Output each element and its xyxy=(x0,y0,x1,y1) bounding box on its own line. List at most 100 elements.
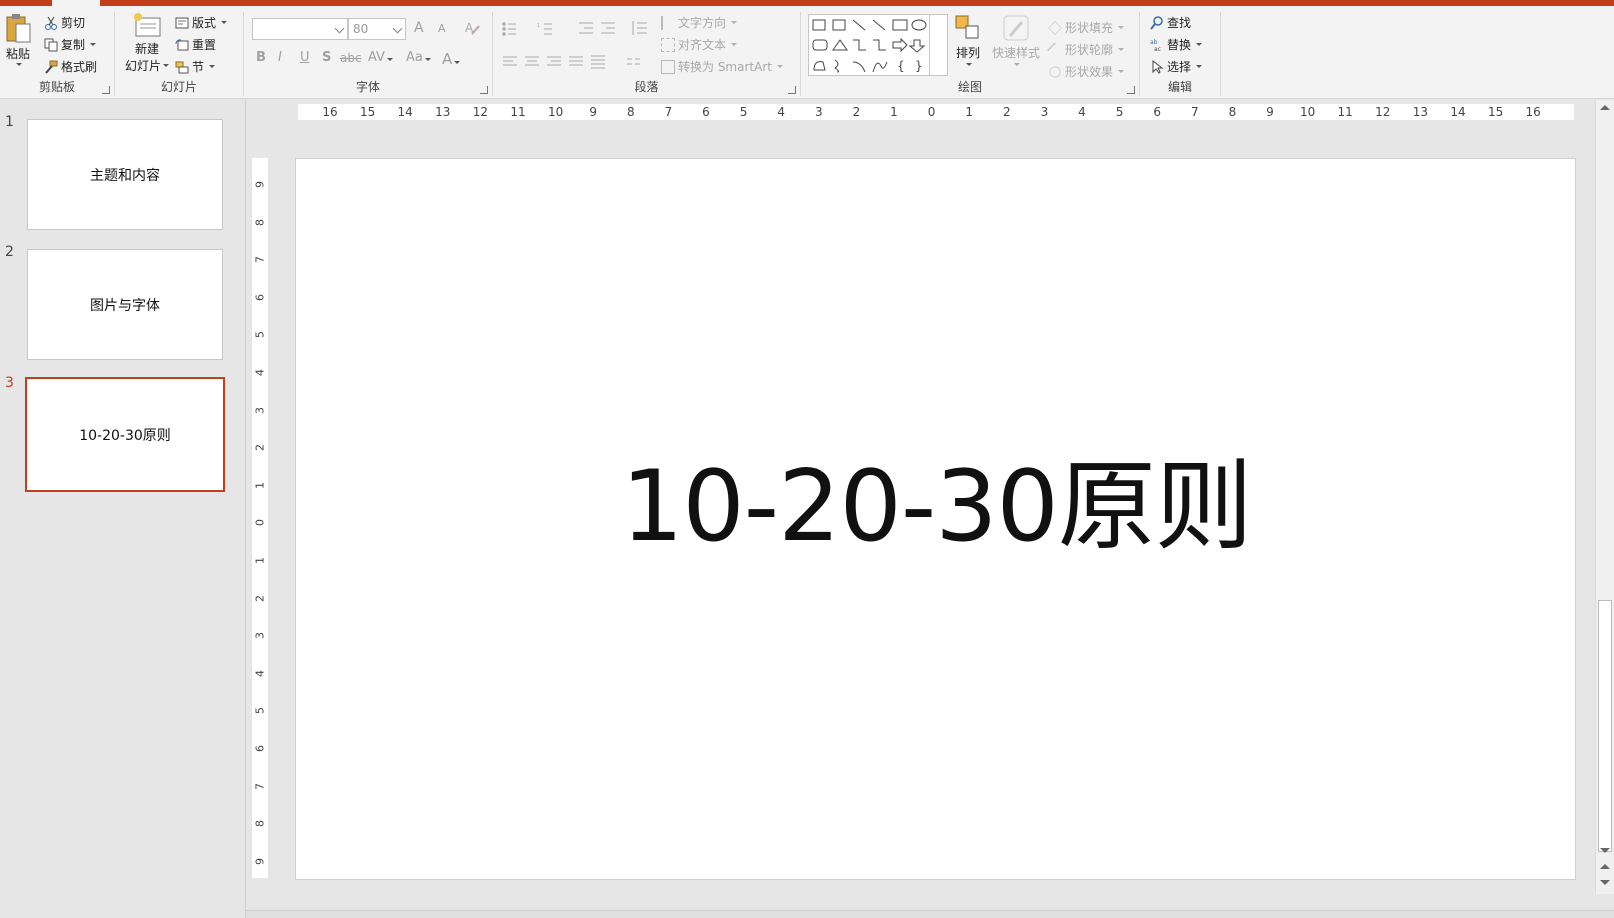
shrink-font-button[interactable]: A xyxy=(438,22,446,35)
replace-button[interactable]: ab ac 替换 xyxy=(1150,36,1203,53)
ruler-tick-label: 2 xyxy=(1002,105,1011,119)
slides-group-label: 幻灯片 xyxy=(160,80,197,94)
gallery-down-icon[interactable] xyxy=(929,35,947,55)
editing-group: 查找 ab ac 替换 选择 编辑 xyxy=(1140,6,1220,99)
section-button[interactable]: 节 xyxy=(175,58,216,75)
text-shadow-button[interactable]: S xyxy=(322,50,331,65)
shape-effects-button[interactable]: 形状效果 xyxy=(1048,63,1125,80)
scrollbar-thumb[interactable] xyxy=(1598,600,1612,852)
reset-button[interactable]: 重置 xyxy=(175,36,216,53)
text-direction-button[interactable]: 文字方向 xyxy=(661,14,738,31)
paragraph-launcher-icon[interactable] xyxy=(788,86,796,94)
ruler-tick-label: 5 xyxy=(739,105,748,119)
format-painter-button[interactable]: 格式刷 xyxy=(44,58,97,75)
next-slide-icon[interactable] xyxy=(1600,880,1610,885)
italic-button[interactable]: I xyxy=(278,50,282,65)
list-and-indent-icons[interactable]: 1 xyxy=(501,20,651,36)
ruler-tick-label: 7 xyxy=(1190,105,1199,119)
new-slide-button[interactable]: 新建 幻灯片 xyxy=(125,12,170,74)
shape-fill-button[interactable]: 形状填充 xyxy=(1048,19,1125,36)
ruler-tick-label: 9 xyxy=(1266,105,1274,119)
underline-button[interactable]: U xyxy=(300,50,310,65)
scroll-up-icon[interactable] xyxy=(1600,105,1610,110)
find-button[interactable]: 查找 xyxy=(1150,14,1191,31)
quick-styles-label: 快速样式 xyxy=(992,46,1041,60)
select-label: 选择 xyxy=(1167,60,1192,74)
font-launcher-icon[interactable] xyxy=(480,86,488,94)
section-label: 节 xyxy=(192,60,205,74)
new-slide-dropdown-icon[interactable] xyxy=(163,64,170,67)
font-color-button[interactable]: A xyxy=(442,50,461,68)
font-size-combo[interactable]: 80 xyxy=(348,18,406,40)
clipboard-launcher-icon[interactable] xyxy=(102,86,110,94)
change-case-button[interactable]: Aa xyxy=(406,50,431,65)
ruler-tick-label: 12 xyxy=(1375,105,1391,119)
vertical-ruler[interactable]: 9 8 7 6 5 4 3 2 1 0 1 2 3 4 5 6 7 8 9 xyxy=(252,158,268,878)
paragraph-group: 1 文字方向 对齐文本 转换为 SmartArt 段落 xyxy=(493,6,800,99)
paste-label: 粘贴 xyxy=(5,47,30,61)
slide-title-placeholder[interactable]: 10-20-30原则 xyxy=(296,427,1577,569)
convert-smartart-button[interactable]: 转换为 SmartArt xyxy=(661,58,783,75)
vertical-scrollbar[interactable] xyxy=(1595,100,1614,894)
slide-thumbnail-2[interactable]: 图片与字体 xyxy=(27,249,223,360)
ruler-tick-label: 12 xyxy=(472,105,489,119)
slide-thumbnail-1[interactable]: 主题和内容 xyxy=(27,119,223,230)
shape-fill-label: 形状填充 xyxy=(1065,21,1114,35)
ruler-tick-label: 14 xyxy=(1450,105,1466,119)
drawing-launcher-icon[interactable] xyxy=(1127,86,1135,94)
bold-button[interactable]: B xyxy=(256,50,266,65)
font-color-label: A xyxy=(442,50,453,68)
shapes-grid[interactable]: {} xyxy=(811,16,929,76)
scissors-icon xyxy=(45,16,57,30)
slide-canvas[interactable]: 10-20-30原则 xyxy=(295,158,1576,880)
font-name-combo[interactable] xyxy=(252,18,348,40)
shape-effects-label: 形状效果 xyxy=(1065,65,1114,79)
quick-styles-icon xyxy=(1003,15,1029,41)
quick-styles-button[interactable]: 快速样式 xyxy=(992,14,1040,66)
arrange-label: 排列 xyxy=(955,46,980,60)
ruler-tick-label: 11 xyxy=(510,105,526,119)
grow-font-button[interactable]: A xyxy=(414,20,424,36)
ruler-tick-label: 8 xyxy=(626,105,635,119)
gallery-up-icon[interactable] xyxy=(929,15,947,35)
paste-dropdown-icon[interactable] xyxy=(16,63,22,66)
layout-dropdown-icon xyxy=(221,21,228,24)
ruler-tick-label: 4 xyxy=(253,369,267,376)
align-text-button[interactable]: 对齐文本 xyxy=(661,36,738,53)
alignment-icons[interactable] xyxy=(501,54,651,70)
replace-label: 替换 xyxy=(1167,38,1192,52)
gallery-more-icon[interactable] xyxy=(929,55,947,75)
cut-button[interactable]: 剪切 xyxy=(44,14,85,31)
slide-number: 2 xyxy=(5,244,14,260)
ruler-tick-label: 7 xyxy=(253,256,267,264)
copy-dropdown-icon[interactable] xyxy=(90,43,97,46)
ruler-tick-label: 4 xyxy=(1078,105,1086,119)
ruler-tick-label: 7 xyxy=(664,105,673,119)
previous-slide-icon[interactable] xyxy=(1600,864,1610,869)
search-icon xyxy=(1150,15,1163,30)
horizontal-ruler[interactable]: 16 15 14 13 12 11 10 9 8 7 6 5 4 3 2 1 0 1 2 3 4 5 6 7 8 9 10 11 12 1… xyxy=(298,104,1574,120)
char-spacing-button[interactable]: AV xyxy=(368,50,393,65)
ruler-tick-label: 6 xyxy=(253,745,267,752)
clipboard-group-label: 剪贴板 xyxy=(38,80,75,94)
shape-outline-button[interactable]: 形状轮廓 xyxy=(1047,41,1125,58)
layout-button[interactable]: 版式 xyxy=(175,14,228,31)
strikethrough-button[interactable]: abc xyxy=(340,51,362,65)
svg-text:}: } xyxy=(915,59,923,73)
paste-button[interactable]: 粘贴 xyxy=(4,12,32,66)
chevron-down-icon xyxy=(334,23,345,34)
font-size-value: 80 xyxy=(353,22,369,36)
chevron-down-icon xyxy=(386,58,393,61)
chevron-down-icon xyxy=(776,65,783,68)
copy-button[interactable]: 复制 xyxy=(44,36,97,53)
slide-thumbnail-3[interactable]: 10-20-30原则 xyxy=(25,377,225,492)
cursor-arrow-icon xyxy=(1152,59,1164,74)
chevron-down-icon xyxy=(1118,48,1125,51)
arrange-button[interactable]: 排列 xyxy=(954,14,982,66)
clear-formatting-icon[interactable]: A xyxy=(464,20,480,36)
ruler-tick-label: 14 xyxy=(397,105,413,119)
scroll-down-icon[interactable] xyxy=(1600,848,1610,853)
shapes-gallery: {} xyxy=(808,14,948,76)
ruler-tick-label: 3 xyxy=(1040,105,1049,119)
select-button[interactable]: 选择 xyxy=(1150,58,1203,75)
